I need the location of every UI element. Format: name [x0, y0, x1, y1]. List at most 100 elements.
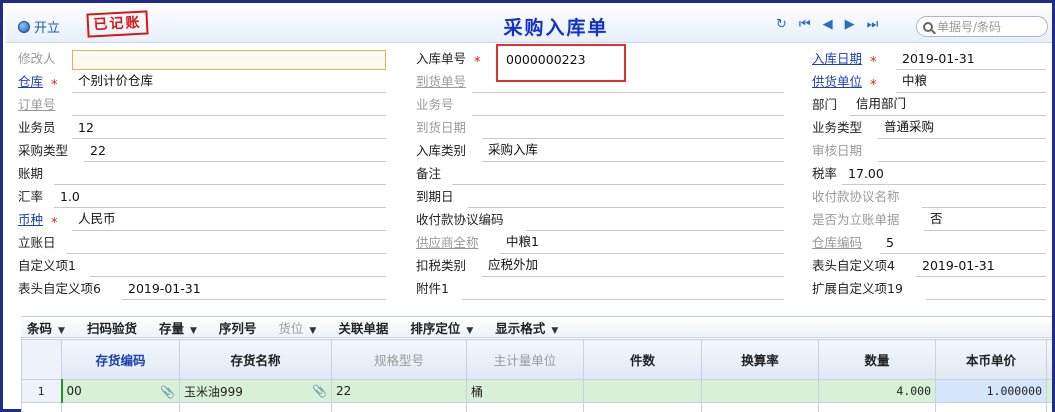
toolbar-display-format[interactable]: 显示格式 ▼ — [495, 318, 558, 337]
currency-input[interactable]: 人民币 — [72, 211, 386, 231]
payment-agreement-code-input[interactable] — [526, 211, 784, 231]
order-no-label[interactable]: 订单号 — [18, 94, 56, 116]
ext-custom19-label: 扩展自定义项19 — [812, 281, 903, 296]
department-input[interactable]: 信用部门 — [850, 96, 1046, 116]
column-header[interactable]: 规格型号 — [331, 339, 467, 380]
supplier-fullname-field: 供应商全称 中粮1 — [416, 232, 786, 254]
arrival-no-label[interactable]: 到货单号 — [416, 71, 466, 93]
warehouse-code-label[interactable]: 仓库编码 — [812, 232, 862, 254]
dropdown-caret-icon: ▼ — [189, 325, 197, 336]
column-header[interactable]: 存货编码 — [61, 339, 180, 380]
toolbar-scan-check[interactable]: 扫码验货 — [87, 318, 137, 337]
modifier-field: 修改人 — [18, 48, 388, 70]
toolbar-sort-locate[interactable]: 排序定位 ▼ — [410, 318, 473, 337]
table-row[interactable]: 1 00 📎 玉米油999 📎 22 桶 4.000 1.000000 — [21, 379, 1052, 403]
cell-conversion[interactable] — [701, 379, 819, 403]
next-record-icon[interactable]: ▶ — [845, 18, 855, 32]
bill-date-input[interactable] — [66, 234, 386, 254]
toolbar-related-docs[interactable]: 关联单据 — [338, 318, 388, 337]
receipt-date-label[interactable]: 入库日期 — [812, 48, 862, 70]
reference-lookup-icon[interactable]: 📎 — [312, 384, 327, 398]
column-header[interactable]: 换算率 — [701, 339, 819, 380]
salesperson-input[interactable]: 12 — [72, 119, 386, 139]
immediate-bill-input[interactable]: 否 — [924, 211, 1046, 231]
modifier-input[interactable] — [72, 50, 386, 70]
prev-record-icon[interactable]: ◀ — [823, 18, 833, 32]
warehouse-input[interactable]: 个别计价仓库 — [72, 73, 386, 93]
department-field: 部门 信用部门 — [812, 94, 1048, 116]
toolbar-location[interactable]: 货位 ▼ — [278, 318, 316, 337]
attachment-input[interactable] — [462, 280, 784, 300]
open-status-label: 开立 — [34, 21, 61, 36]
custom1-input[interactable] — [90, 257, 386, 277]
ext-custom19-input[interactable] — [926, 280, 1046, 300]
receipt-category-input[interactable]: 采购入库 — [482, 142, 784, 162]
audit-date-input[interactable] — [878, 142, 1046, 162]
column-header[interactable]: 数量 — [818, 339, 936, 380]
column-header[interactable]: 件数 — [583, 339, 702, 380]
arrival-date-input[interactable] — [482, 119, 784, 139]
header-custom6-input[interactable]: 2019-01-31 — [122, 280, 386, 300]
exchange-rate-label: 汇率 — [18, 189, 44, 204]
supplier-label[interactable]: 供货单位 — [812, 71, 862, 93]
exchange-rate-input[interactable]: 1.0 — [54, 188, 386, 208]
warehouse-label[interactable]: 仓库 — [18, 71, 43, 93]
supplier-fullname-label[interactable]: 供应商全称 — [416, 232, 479, 254]
row-number — [21, 402, 62, 412]
cell-unit[interactable]: 桶 — [466, 379, 584, 403]
reference-lookup-icon[interactable]: 📎 — [160, 385, 175, 399]
dropdown-caret-icon: ▼ — [551, 325, 559, 336]
modifier-label: 修改人 — [18, 51, 56, 66]
cell-code[interactable]: 00 📎 — [60, 379, 180, 403]
tax-deduction-type-input[interactable]: 应税外加 — [482, 257, 784, 277]
column-header[interactable]: 存货名称 — [179, 339, 332, 380]
column-header[interactable]: 本币单价 — [935, 339, 1047, 380]
supplier-input[interactable]: 中粮 — [896, 73, 1046, 93]
cell-unit-price[interactable]: 1.000000 — [935, 379, 1047, 403]
toolbar-barcode[interactable]: 条码 ▼ — [27, 318, 65, 337]
remark-input[interactable] — [452, 165, 784, 185]
payment-agreement-name-input[interactable] — [922, 188, 1046, 208]
business-no-input[interactable] — [472, 96, 784, 116]
arrival-no-input[interactable] — [472, 73, 784, 93]
cell-spec[interactable]: 22 — [331, 379, 467, 403]
header-custom4-input[interactable]: 2019-01-31 — [916, 257, 1046, 277]
receipt-date-field: 入库日期 * 2019-01-31 — [812, 48, 1048, 70]
receipt-no-input[interactable]: 0000000223 — [500, 50, 784, 70]
tax-deduction-type-field: 扣税类别 应税外加 — [416, 255, 786, 277]
toolbar-stock[interactable]: 存量 ▼ — [159, 318, 197, 337]
last-record-icon[interactable]: ⏭ — [867, 18, 879, 32]
purchase-type-field: 采购类型 22 — [18, 140, 388, 162]
supplier-field: 供货单位 * 中粮 — [812, 71, 1048, 93]
business-type-label: 业务类型 — [812, 120, 863, 135]
currency-label[interactable]: 币种 — [18, 209, 43, 231]
tax-deduction-type-label: 扣税类别 — [416, 258, 467, 273]
required-icon: * — [870, 78, 877, 93]
search-input[interactable] — [937, 19, 1037, 34]
cell-pieces[interactable] — [583, 379, 702, 403]
open-status-button[interactable]: 开立 — [18, 17, 60, 36]
exchange-rate-field: 汇率 1.0 — [18, 186, 388, 208]
first-record-icon[interactable]: ⏮ — [799, 18, 811, 32]
business-type-input[interactable]: 普通采购 — [878, 119, 1046, 139]
required-icon: * — [474, 55, 481, 70]
purchase-type-input[interactable]: 22 — [84, 142, 386, 162]
refresh-icon[interactable]: ↻ — [776, 18, 787, 32]
salesperson-label: 业务员 — [18, 120, 56, 135]
ext-custom19-field: 扩展自定义项19 — [812, 278, 1048, 300]
cell-name[interactable]: 玉米油999 📎 — [179, 379, 332, 403]
tax-rate-input[interactable]: 17.00 — [842, 165, 1046, 185]
receipt-date-input[interactable]: 2019-01-31 — [896, 50, 1046, 70]
dropdown-caret-icon: ▼ — [58, 325, 65, 336]
toolbar-serial-no[interactable]: 序列号 — [219, 318, 257, 337]
supplier-fullname-input[interactable]: 中粮1 — [500, 234, 784, 254]
warehouse-code-input[interactable]: 5 — [880, 234, 1046, 254]
due-date-input[interactable] — [468, 188, 784, 208]
search-icon[interactable] — [923, 21, 933, 32]
required-icon: * — [870, 55, 877, 70]
column-header[interactable]: 主计量单位 — [466, 339, 584, 380]
order-no-input[interactable] — [72, 96, 386, 116]
account-period-input[interactable] — [54, 165, 386, 185]
cell-quantity[interactable]: 4.000 — [818, 379, 936, 403]
grid-header-row: 存货编码 存货名称 规格型号 主计量单位 件数 换算率 数量 本币单价 — [21, 339, 1052, 380]
